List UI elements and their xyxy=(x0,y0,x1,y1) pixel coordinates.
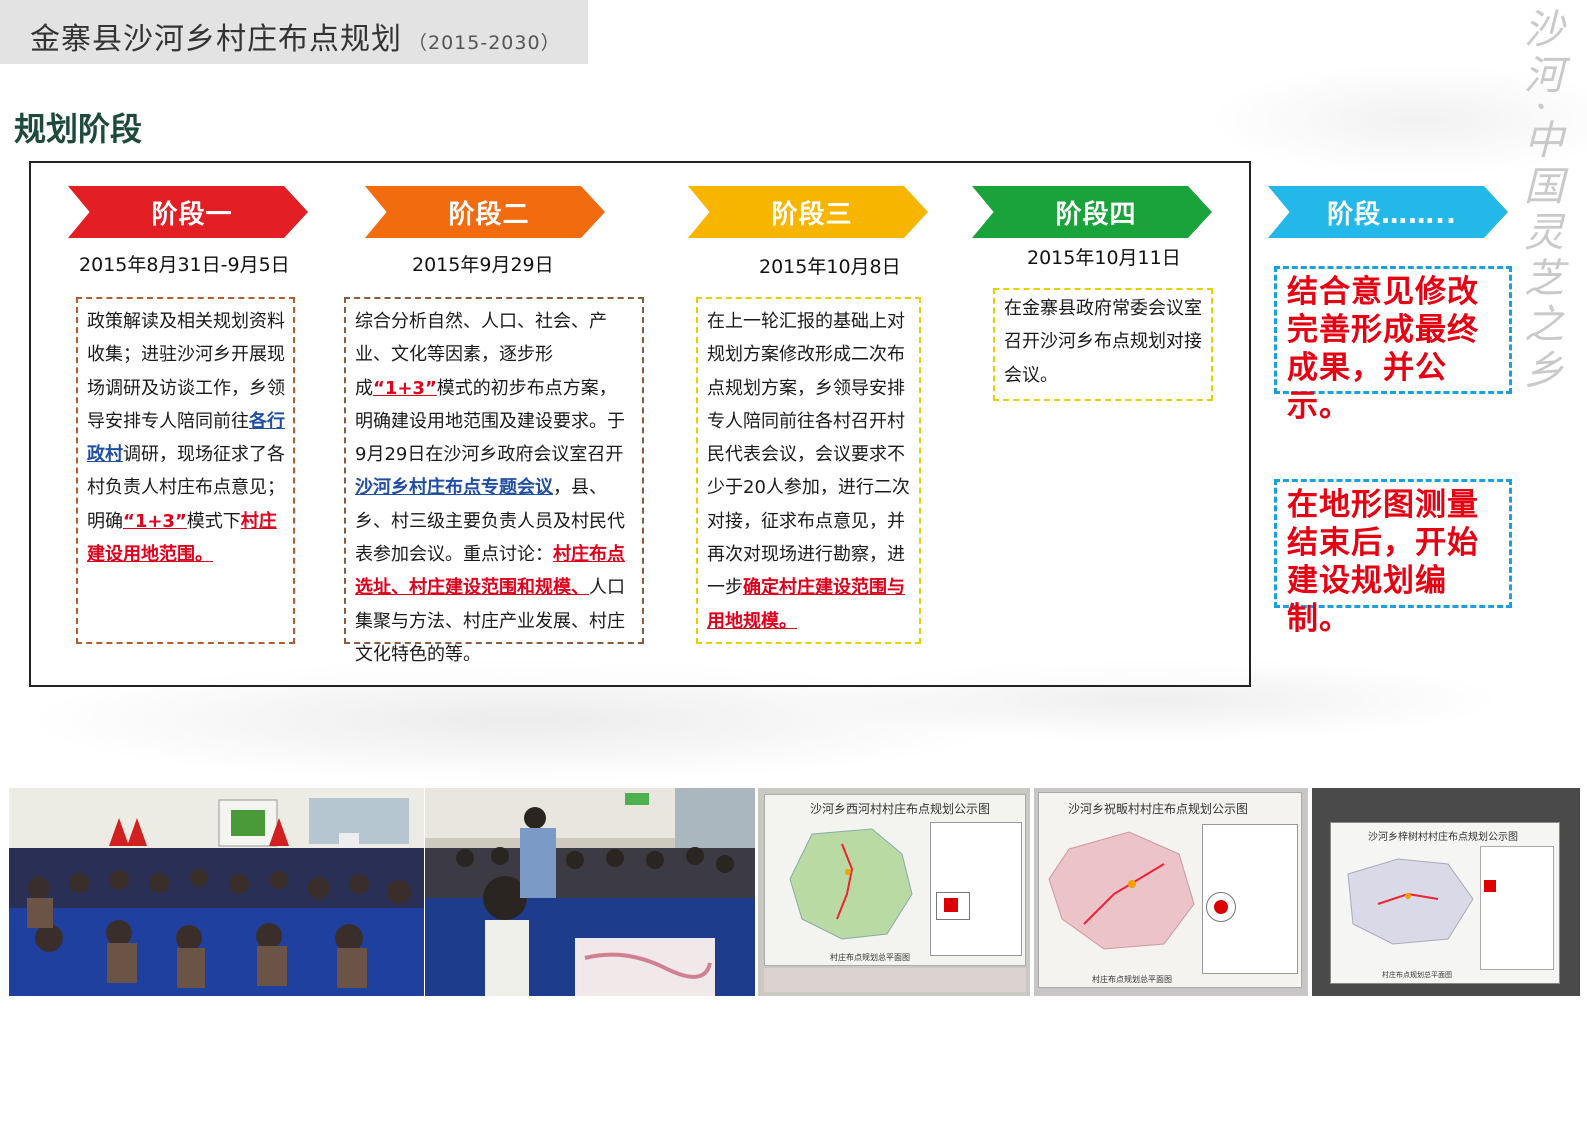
vertical-slogan: 沙河·中国灵芝之乡 xyxy=(1517,8,1563,395)
note-finalize: 结合意见修改完善形成最终成果，并公示。 xyxy=(1274,266,1512,424)
stage-4-arrow: 阶段四 xyxy=(972,186,1212,238)
village-map-zhufan xyxy=(1048,831,1195,950)
map-caption: 村庄布点规划总平面图 xyxy=(1092,975,1172,984)
map-title: 沙河乡西河村村庄布点规划公示图 xyxy=(810,802,991,816)
stage-2-date: 2015年9月29日 xyxy=(412,254,554,276)
stage-label: 阶段二 xyxy=(448,199,530,230)
stage-label: 阶段四 xyxy=(1055,199,1137,230)
stage-2-description: 综合分析自然、人口、社会、产业、文化等因素，逐步形成“1+3”模式的初步布点方案… xyxy=(344,297,644,665)
title-years: （2015-2030） xyxy=(408,32,561,54)
description-text: 模式下 xyxy=(186,510,241,532)
title-text: 金寨县沙河乡村庄布点规划 xyxy=(30,22,402,57)
description-text: 在金寨县政府常委会议室召开沙河乡布点规划对接会议。 xyxy=(1004,298,1202,386)
stage-1-description: 政策解读及相关规划资料收集；进驻沙河乡开展现场调研及访谈工作，乡领导安排专人陪同… xyxy=(76,297,295,644)
meeting-room-illustration xyxy=(425,788,755,996)
stage-2-arrow: 阶段二 xyxy=(365,186,605,238)
stage-4-date: 2015年10月11日 xyxy=(1027,247,1181,269)
section-title: 规划阶段 xyxy=(14,110,143,148)
stage-1-arrow: 阶段一 xyxy=(68,186,308,238)
stage-3-date: 2015年10月8日 xyxy=(759,256,901,278)
stage-1-date: 2015年8月31日-9月5日 xyxy=(79,254,290,276)
stage-3-arrow: 阶段三 xyxy=(688,186,928,238)
description-text: 明确 xyxy=(87,510,123,532)
village-map-zishu xyxy=(1347,858,1474,945)
photo-meeting-room xyxy=(425,788,755,996)
stage-label: 阶段…….. xyxy=(1327,199,1457,230)
photo-map-zhufan: 沙河乡祝畈村村庄布点规划公示图 村庄布点规划总平面图 xyxy=(1034,788,1308,996)
description-text: 在上一轮汇报的基础上对规划方案修改形成二次布点规划方案，乡领导安排专人陪同前往各… xyxy=(707,311,910,599)
stage-label: 阶段一 xyxy=(151,199,233,230)
highlight-blue-text: 沙河乡村庄布点专题会议 xyxy=(355,477,553,499)
village-map-xihe xyxy=(789,828,913,940)
note-topography: 在地形图测量结束后，开始建设规划编制。 xyxy=(1274,479,1512,637)
map-caption: 村庄布点规划总平面图 xyxy=(830,953,910,962)
meeting-hall-illustration xyxy=(9,788,424,996)
header-bar: 金寨县沙河乡村庄布点规划 （2015-2030） xyxy=(0,0,588,64)
stage-4-description: 在金寨县政府常委会议室召开沙河乡布点规划对接会议。 xyxy=(993,288,1213,401)
photo-map-xihe: 沙河乡西河村村庄布点规划公示图 村庄布点规划总平面图 xyxy=(758,788,1030,996)
highlight-red-text: “1+3” xyxy=(373,377,437,399)
page-title: 金寨县沙河乡村庄布点规划 （2015-2030） xyxy=(30,14,561,58)
stage-3-description: 在上一轮汇报的基础上对规划方案修改形成二次布点规划方案，乡领导安排专人陪同前往各… xyxy=(696,297,921,644)
stage-more-arrow: 阶段…….. xyxy=(1268,186,1508,238)
map-title: 沙河乡祝畈村村庄布点规划公示图 xyxy=(1068,802,1249,816)
highlight-red-text: “1+3” xyxy=(123,510,187,532)
map-title: 沙河乡梓树村村庄布点规划公示图 xyxy=(1368,832,1518,843)
photo-map-zishu: 沙河乡梓树村村庄布点规划公示图 村庄布点规划总平面图 xyxy=(1312,788,1580,996)
photo-meeting-hall xyxy=(9,788,424,996)
stage-label: 阶段三 xyxy=(771,199,853,230)
map-caption: 村庄布点规划总平面图 xyxy=(1382,971,1452,979)
